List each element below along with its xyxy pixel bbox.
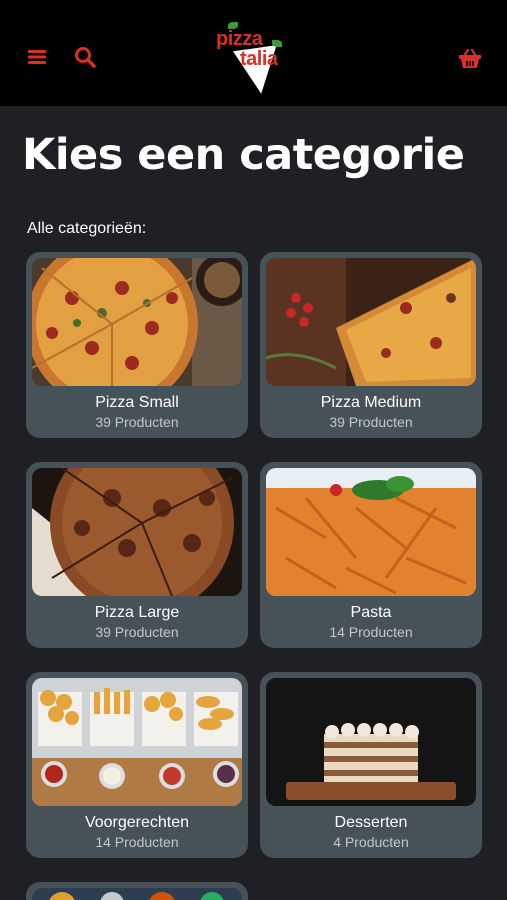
pizza-small-image bbox=[32, 258, 242, 386]
category-count: 39 Producten bbox=[95, 414, 179, 430]
category-card-pizza-large[interactable]: Pizza Large 39 Producten bbox=[26, 462, 248, 648]
category-name: Desserten bbox=[334, 814, 408, 831]
category-name: Pasta bbox=[350, 604, 392, 621]
category-card-voorgerechten[interactable]: Voorgerechten 14 Producten bbox=[26, 672, 248, 858]
category-name: Pizza Small bbox=[95, 394, 179, 411]
category-name: Pizza Large bbox=[94, 604, 180, 621]
top-bar: pizza talia bbox=[0, 0, 507, 106]
desserten-image bbox=[266, 678, 476, 806]
category-name: Pizza Medium bbox=[320, 394, 422, 411]
basket-button[interactable] bbox=[456, 46, 484, 72]
category-card-pizza-medium[interactable]: Pizza Medium 39 Producten bbox=[260, 252, 482, 438]
category-card-pizza-small[interactable]: Pizza Small 39 Producten bbox=[26, 252, 248, 438]
category-count: 39 Producten bbox=[95, 624, 179, 640]
category-card-pasta[interactable]: Pasta 14 Producten bbox=[260, 462, 482, 648]
page-title: Kies een categorie bbox=[22, 130, 465, 180]
leaf-icon bbox=[272, 40, 282, 47]
category-name: Voorgerechten bbox=[84, 814, 190, 831]
category-image-partial bbox=[32, 888, 242, 900]
search-icon bbox=[75, 47, 96, 68]
logo-text-bottom: talia bbox=[240, 48, 278, 70]
category-count: 14 Producten bbox=[329, 624, 413, 640]
pizzatalia-logo[interactable]: pizza talia bbox=[212, 18, 296, 97]
section-label: Alle categorieën: bbox=[27, 220, 147, 237]
menu-button[interactable] bbox=[24, 44, 50, 70]
basket-icon bbox=[459, 49, 481, 68]
pasta-image bbox=[266, 468, 476, 596]
category-count: 14 Producten bbox=[95, 834, 179, 850]
voorgerechten-image bbox=[32, 678, 242, 806]
menu-icon bbox=[28, 50, 46, 64]
pizza-medium-image bbox=[266, 258, 476, 386]
search-button[interactable] bbox=[72, 44, 98, 70]
category-card-desserten[interactable]: Desserten 4 Producten bbox=[260, 672, 482, 858]
category-count: 4 Producten bbox=[333, 834, 409, 850]
category-card-partial[interactable] bbox=[26, 882, 248, 900]
category-count: 39 Producten bbox=[329, 414, 413, 430]
pizza-large-image bbox=[32, 468, 242, 596]
